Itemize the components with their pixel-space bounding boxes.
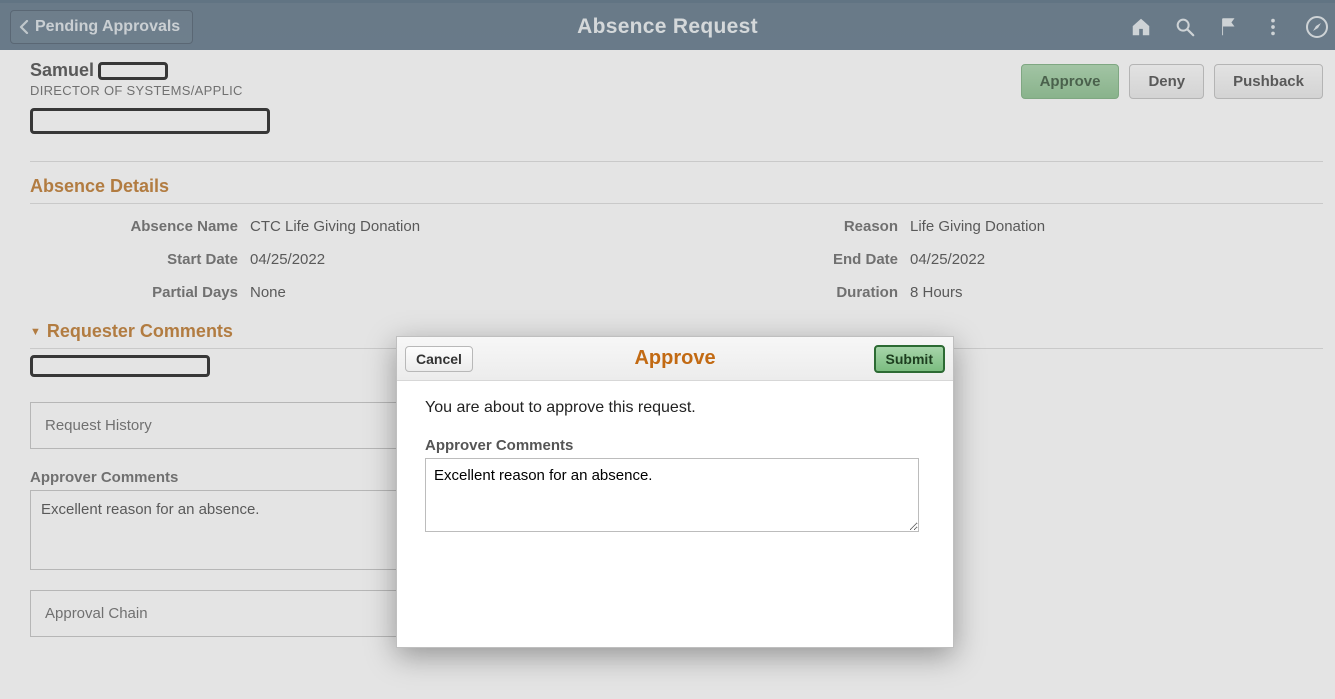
modal-body: You are about to approve this request. A… [397,381,953,561]
modal-title: Approve [397,347,953,370]
submit-button[interactable]: Submit [874,345,945,373]
cancel-button[interactable]: Cancel [405,346,473,372]
modal-header: Cancel Approve Submit [397,337,953,381]
modal-comments-label: Approver Comments [425,437,925,454]
modal-footer-space [397,561,953,647]
approver-comments-input[interactable] [425,458,919,532]
approve-modal: Cancel Approve Submit You are about to a… [396,336,954,648]
modal-message: You are about to approve this request. [425,399,925,417]
